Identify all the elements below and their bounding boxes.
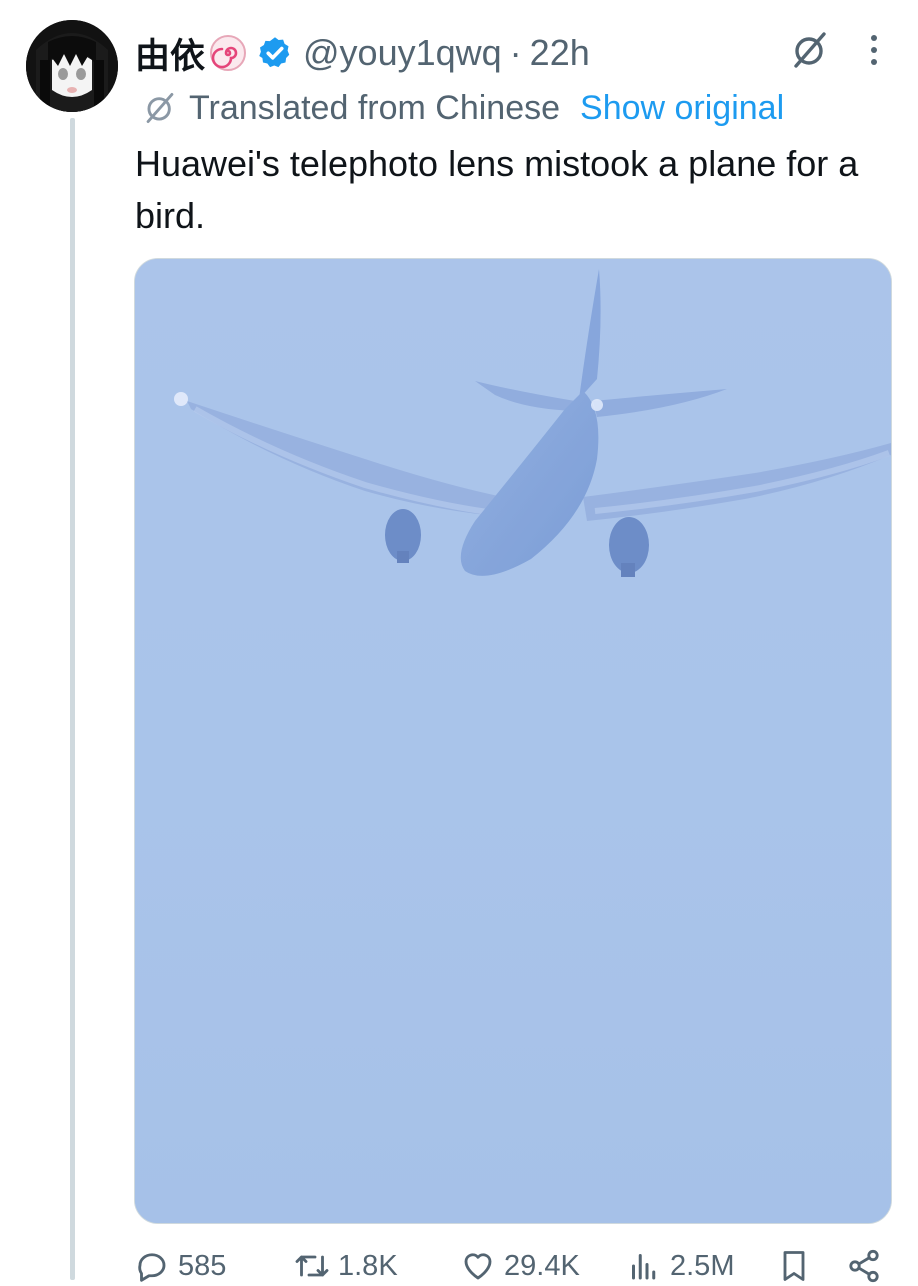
views-button[interactable]: 2.5M [626,1246,734,1286]
bookmark-icon [783,1251,805,1281]
grok-icon[interactable] [790,30,830,70]
translate-icon [143,91,177,125]
retweet-count: 1.8K [338,1249,398,1282]
reply-button[interactable]: 585 [134,1246,226,1286]
tweet-media-image[interactable] [134,258,892,1224]
show-original-link[interactable]: Show original [580,89,784,128]
share-icon [849,1249,879,1283]
bookmark-button[interactable] [776,1246,820,1286]
display-name[interactable]: 由依 [135,28,205,79]
verified-badge-icon[interactable] [257,35,293,71]
tweet[interactable]: 由依 @youy1qwq · 22h Translated from Chine… [0,0,918,1283]
views-icon [632,1254,656,1280]
separator-dot: · [509,32,522,73]
retweet-icon [295,1255,329,1277]
more-options-icon[interactable] [862,32,886,68]
tweet-header: 由依 @youy1qwq · 22h [135,26,590,80]
reply-count: 585 [178,1249,227,1282]
translation-notice: Translated from Chinese Show original [143,84,784,132]
user-handle[interactable]: @youy1qwq [303,32,502,74]
retweet-button[interactable]: 1.8K [294,1246,398,1286]
like-button[interactable]: 29.4K [460,1246,580,1286]
naruto-emoji-icon [209,34,247,72]
tweet-text: Huawei's telephoto lens mistook a plane … [135,143,859,236]
thread-line [70,118,75,1280]
reply-icon [138,1253,166,1282]
avatar[interactable] [26,20,118,112]
action-bar: 585 1.8K 29.4K 2.5M [134,1246,894,1286]
like-icon [464,1253,492,1280]
views-count: 2.5M [670,1249,735,1282]
share-button[interactable] [846,1246,890,1286]
translated-label: Translated from Chinese [189,88,561,127]
like-count: 29.4K [504,1249,580,1282]
timestamp[interactable]: 22h [530,32,590,74]
